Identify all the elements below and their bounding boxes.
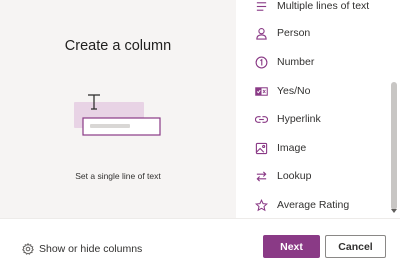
preview-panel: Create a column Set a single line of tex…	[0, 0, 236, 218]
scrollbar-thumb[interactable]	[391, 82, 397, 210]
column-type-label: Lookup	[277, 170, 312, 182]
column-type-image[interactable]: Image	[254, 138, 384, 158]
column-type-label: Image	[277, 142, 307, 154]
image-icon	[254, 141, 268, 155]
column-type-list: Multiple lines of text Person Number Yes…	[236, 0, 400, 218]
scroll-down-arrow-icon[interactable]	[391, 209, 397, 213]
column-type-lookup[interactable]: Lookup	[254, 166, 384, 186]
column-type-hyperlink[interactable]: Hyperlink	[254, 109, 384, 129]
panel-description: Set a single line of text	[75, 171, 161, 181]
column-type-label: Average Rating	[277, 199, 350, 211]
single-line-text-illustration	[70, 88, 170, 144]
column-type-label: Number	[277, 56, 315, 68]
column-type-label: Hyperlink	[277, 113, 321, 125]
hyperlink-icon	[254, 112, 268, 126]
gear-icon	[22, 243, 34, 255]
number-icon	[254, 55, 268, 69]
show-hide-columns-label: Show or hide columns	[39, 243, 143, 255]
panel-title: Create a column	[64, 38, 172, 54]
star-icon	[254, 198, 268, 212]
column-type-label: Multiple lines of text	[277, 0, 370, 12]
lookup-icon	[254, 169, 268, 183]
column-list-scrollbar[interactable]	[388, 0, 400, 218]
column-type-label: Person	[277, 27, 311, 39]
column-type-person[interactable]: Person	[254, 23, 384, 43]
multiple-lines-icon	[254, 0, 268, 13]
column-type-multiple-lines[interactable]: Multiple lines of text	[254, 0, 384, 16]
column-type-number[interactable]: Number	[254, 52, 384, 72]
create-column-dialog: Create a column Set a single line of tex…	[0, 0, 400, 278]
next-button[interactable]: Next	[263, 235, 320, 258]
footer-divider	[0, 218, 400, 219]
show-hide-columns-link[interactable]: Show or hide columns	[22, 241, 142, 257]
yes-no-icon	[254, 84, 268, 98]
column-type-label: Yes/No	[277, 85, 311, 97]
column-type-yes-no[interactable]: Yes/No	[254, 81, 384, 101]
person-icon	[254, 26, 268, 40]
column-type-average-rating[interactable]: Average Rating	[254, 195, 384, 215]
cancel-button[interactable]: Cancel	[325, 235, 386, 258]
